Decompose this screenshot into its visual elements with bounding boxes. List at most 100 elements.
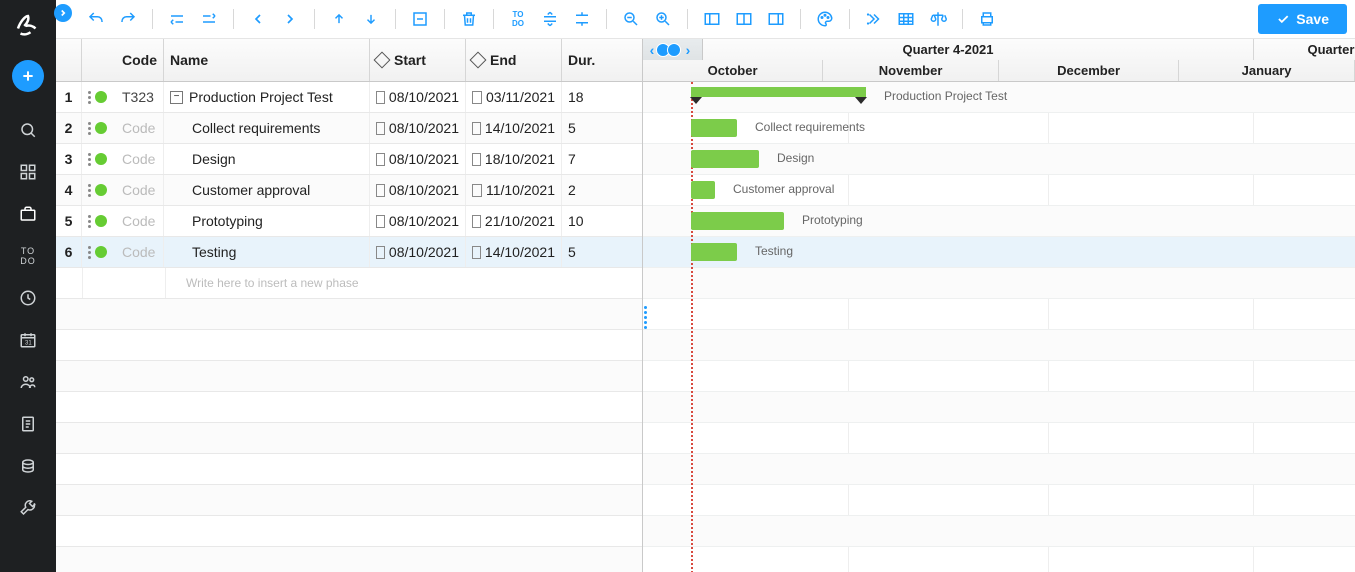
row-handle[interactable] bbox=[82, 206, 116, 236]
add-button[interactable] bbox=[12, 60, 44, 92]
save-button[interactable]: Save bbox=[1258, 4, 1347, 34]
todo-toolbar-button[interactable]: TODO bbox=[504, 5, 532, 33]
cell-name[interactable]: Prototyping bbox=[164, 206, 370, 236]
cell-code[interactable]: Code bbox=[116, 206, 164, 236]
decrease-button[interactable] bbox=[406, 5, 434, 33]
gantt-row[interactable]: Prototyping bbox=[643, 206, 1355, 237]
gantt-row[interactable]: Testing bbox=[643, 237, 1355, 268]
table-row[interactable]: 3CodeDesign08/10/202118/10/20217 bbox=[56, 144, 642, 175]
cell-start[interactable]: 08/10/2021 bbox=[370, 175, 466, 205]
gantt-task-bar[interactable] bbox=[691, 150, 759, 168]
col-duration[interactable]: Dur. bbox=[562, 39, 604, 81]
insert-below-button[interactable] bbox=[195, 5, 223, 33]
checkbox-icon[interactable] bbox=[376, 122, 385, 135]
gantt-row[interactable] bbox=[643, 392, 1355, 423]
collapse-panel-icon[interactable] bbox=[54, 4, 72, 22]
col-code[interactable]: Code bbox=[116, 39, 164, 81]
indent-button[interactable] bbox=[276, 5, 304, 33]
gantt-row[interactable] bbox=[643, 485, 1355, 516]
new-phase-row[interactable]: Write here to insert a new phase bbox=[56, 268, 642, 299]
splitter-handle[interactable] bbox=[640, 306, 650, 329]
row-handle[interactable] bbox=[82, 113, 116, 143]
col-start[interactable]: Start bbox=[370, 39, 466, 81]
gantt-task-bar[interactable] bbox=[691, 212, 784, 230]
row-handle[interactable] bbox=[82, 175, 116, 205]
checkbox-icon[interactable] bbox=[472, 246, 481, 259]
cell-code[interactable]: Code bbox=[116, 144, 164, 174]
cell-end[interactable]: 21/10/2021 bbox=[466, 206, 562, 236]
dashboard-icon[interactable] bbox=[8, 154, 48, 190]
cell-name[interactable]: Design bbox=[164, 144, 370, 174]
table-row[interactable]: 2CodeCollect requirements08/10/202114/10… bbox=[56, 113, 642, 144]
layout-split-button[interactable] bbox=[730, 5, 758, 33]
cell-start[interactable]: 08/10/2021 bbox=[370, 113, 466, 143]
cell-code[interactable]: Code bbox=[116, 113, 164, 143]
gantt-row[interactable] bbox=[643, 454, 1355, 485]
collapse-all-button[interactable] bbox=[568, 5, 596, 33]
cell-start[interactable]: 08/10/2021 bbox=[370, 206, 466, 236]
todo-icon[interactable]: TO DO bbox=[8, 238, 48, 274]
cell-name[interactable]: −Production Project Test bbox=[164, 82, 370, 112]
layout-left-button[interactable] bbox=[698, 5, 726, 33]
row-handle[interactable] bbox=[82, 237, 116, 267]
balance-button[interactable] bbox=[924, 5, 952, 33]
cell-start[interactable]: 08/10/2021 bbox=[370, 237, 466, 267]
cell-duration[interactable]: 5 bbox=[562, 237, 604, 267]
cost-icon[interactable] bbox=[8, 448, 48, 484]
gantt-row[interactable]: Production Project Test bbox=[643, 82, 1355, 113]
cell-code[interactable]: Code bbox=[116, 237, 164, 267]
cell-name[interactable]: Customer approval bbox=[164, 175, 370, 205]
calendar-icon[interactable]: 31 bbox=[8, 322, 48, 358]
gantt-task-bar[interactable] bbox=[691, 243, 737, 261]
cell-duration[interactable]: 18 bbox=[562, 82, 604, 112]
gantt-row[interactable]: Design bbox=[643, 144, 1355, 175]
checkbox-icon[interactable] bbox=[376, 91, 385, 104]
gantt-row[interactable] bbox=[643, 330, 1355, 361]
checkbox-icon[interactable] bbox=[472, 184, 482, 197]
redo-button[interactable] bbox=[114, 5, 142, 33]
cell-end[interactable]: 18/10/2021 bbox=[466, 144, 562, 174]
cell-code[interactable]: Code bbox=[116, 175, 164, 205]
checkbox-icon[interactable] bbox=[472, 122, 481, 135]
critical-path-button[interactable] bbox=[860, 5, 888, 33]
move-down-button[interactable] bbox=[357, 5, 385, 33]
gantt-task-bar[interactable] bbox=[691, 181, 715, 199]
checkbox-icon[interactable] bbox=[376, 153, 385, 166]
cell-start[interactable]: 08/10/2021 bbox=[370, 82, 466, 112]
search-icon[interactable] bbox=[8, 112, 48, 148]
clock-icon[interactable] bbox=[8, 280, 48, 316]
undo-button[interactable] bbox=[82, 5, 110, 33]
gantt-task-bar[interactable] bbox=[691, 119, 737, 137]
gantt-row[interactable] bbox=[643, 547, 1355, 572]
checkbox-icon[interactable] bbox=[376, 215, 385, 228]
cell-end[interactable]: 14/10/2021 bbox=[466, 113, 562, 143]
print-button[interactable] bbox=[973, 5, 1001, 33]
outdent-button[interactable] bbox=[244, 5, 272, 33]
gantt-row[interactable] bbox=[643, 423, 1355, 454]
table-row[interactable]: 1T323−Production Project Test08/10/20210… bbox=[56, 82, 642, 113]
checkbox-icon[interactable] bbox=[472, 153, 481, 166]
cell-duration[interactable]: 5 bbox=[562, 113, 604, 143]
row-handle[interactable] bbox=[82, 82, 116, 112]
move-up-button[interactable] bbox=[325, 5, 353, 33]
table-row[interactable]: 6CodeTesting08/10/202114/10/20215 bbox=[56, 237, 642, 268]
cell-duration[interactable]: 2 bbox=[562, 175, 604, 205]
gantt-row[interactable] bbox=[643, 299, 1355, 330]
zoom-in-button[interactable] bbox=[649, 5, 677, 33]
gantt-row[interactable]: Customer approval bbox=[643, 175, 1355, 206]
layout-right-button[interactable] bbox=[762, 5, 790, 33]
gantt-row[interactable] bbox=[643, 268, 1355, 299]
gantt-row[interactable] bbox=[643, 516, 1355, 547]
checkbox-icon[interactable] bbox=[376, 184, 385, 197]
delete-button[interactable] bbox=[455, 5, 483, 33]
table-row[interactable]: 5CodePrototyping08/10/202121/10/202110 bbox=[56, 206, 642, 237]
team-icon[interactable] bbox=[8, 364, 48, 400]
col-end[interactable]: End bbox=[466, 39, 562, 81]
col-name[interactable]: Name bbox=[164, 39, 370, 81]
cell-start[interactable]: 08/10/2021 bbox=[370, 144, 466, 174]
collapse-icon[interactable]: − bbox=[170, 91, 183, 104]
cell-end[interactable]: 11/10/2021 bbox=[466, 175, 562, 205]
gantt-row[interactable] bbox=[643, 361, 1355, 392]
cell-name[interactable]: Collect requirements bbox=[164, 113, 370, 143]
table-row[interactable]: 4CodeCustomer approval08/10/202111/10/20… bbox=[56, 175, 642, 206]
